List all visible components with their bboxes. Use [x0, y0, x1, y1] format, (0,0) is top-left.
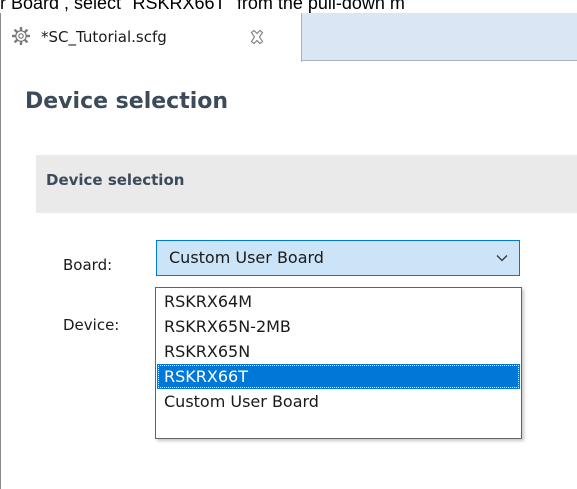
dropdown-option-rskrx66t[interactable]: RSKRX66T: [157, 364, 520, 389]
board-label: Board:: [63, 256, 113, 274]
dropdown-option-rskrx64m[interactable]: RSKRX64M: [157, 289, 520, 314]
gear-icon: [12, 27, 30, 45]
dropdown-option-rskrx65n[interactable]: RSKRX65N: [157, 339, 520, 364]
dropdown-option-custom-user-board[interactable]: Custom User Board: [157, 389, 520, 414]
chevron-down-icon[interactable]: [496, 253, 508, 263]
page-title: Device selection: [25, 89, 229, 114]
device-selection-section-header: Device selection: [36, 155, 577, 213]
board-dropdown-list: RSKRX64M RSKRX65N-2MB RSKRX65N RSKRX66T …: [155, 287, 522, 439]
board-select[interactable]: Custom User Board: [156, 240, 520, 276]
tab-bar-divider: [302, 60, 577, 61]
editor-tab-bar: *SC_Tutorial.scfg: [1, 13, 577, 62]
dropdown-option-rskrx65n-2mb[interactable]: RSKRX65N-2MB: [157, 314, 520, 339]
device-label: Device:: [63, 316, 120, 334]
window-left-border: [0, 13, 1, 489]
section-title: Device selection: [46, 171, 185, 189]
instruction-caption: r Board , select "RSKRX66T" from the pul…: [0, 0, 405, 13]
board-select-value: Custom User Board: [169, 248, 324, 267]
tab-title: *SC_Tutorial.scfg: [41, 28, 167, 46]
tab-sc-tutorial[interactable]: *SC_Tutorial.scfg: [1, 13, 302, 62]
close-icon[interactable]: [249, 29, 265, 45]
